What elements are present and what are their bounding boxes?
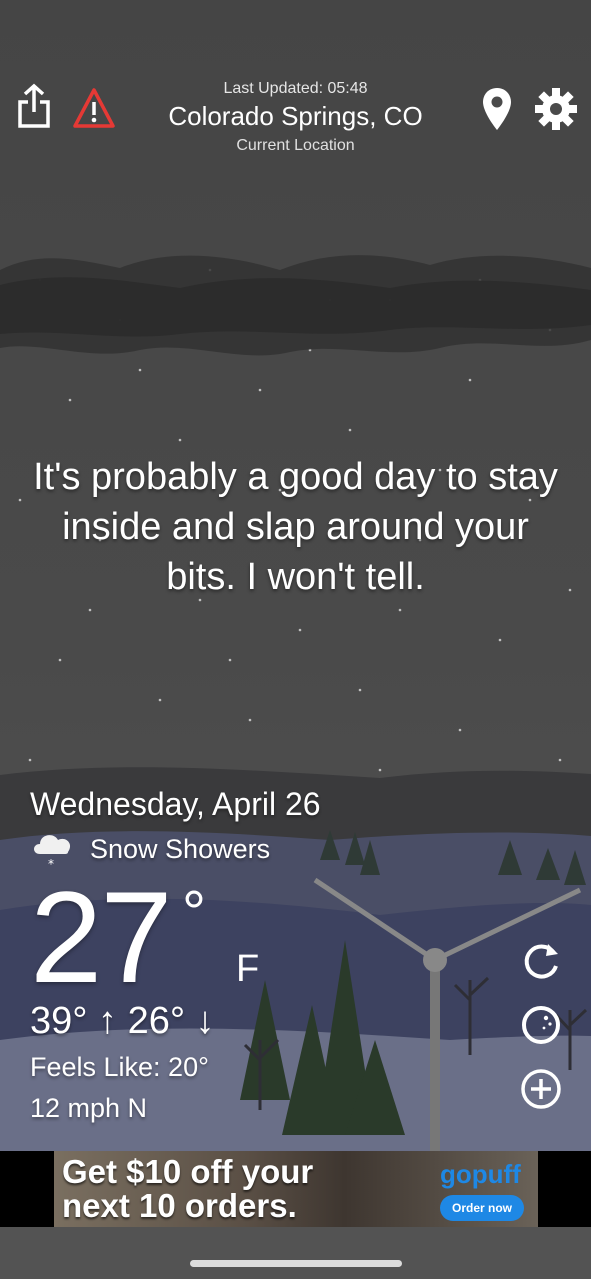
ad-headline: Get $10 off your next 10 orders. xyxy=(62,1155,362,1223)
locations-button[interactable] xyxy=(480,86,514,132)
degree-symbol: ° xyxy=(182,879,206,946)
refresh-icon xyxy=(524,944,558,979)
feels-like-text: Feels Like: 20° xyxy=(30,1052,209,1082)
temperature-unit[interactable]: F xyxy=(236,948,259,991)
share-icon xyxy=(18,83,50,128)
weather-quote[interactable]: It's probably a good day to stay inside … xyxy=(30,452,561,602)
cloud-band xyxy=(0,255,591,356)
ad-creative[interactable]: Get $10 off your next 10 orders. gopuff … xyxy=(54,1151,538,1227)
high-low-temps: 39° ↑ 26° ↓ xyxy=(30,1000,215,1042)
radar-button[interactable] xyxy=(518,1002,564,1048)
plus-circle-icon xyxy=(521,1069,561,1109)
location-name[interactable]: Colorado Springs, CO xyxy=(100,101,491,132)
ad-order-button[interactable]: Order now xyxy=(440,1195,524,1221)
gear-icon xyxy=(535,88,577,130)
home-indicator[interactable] xyxy=(190,1260,402,1267)
refresh-button[interactable] xyxy=(518,938,564,984)
bottom-bar xyxy=(0,1227,591,1279)
forecast-date: Wednesday, April 26 xyxy=(30,786,321,822)
current-temperature: 27 xyxy=(30,864,173,1010)
location-pin-icon xyxy=(483,88,511,130)
ad-headline-line1: Get $10 off your xyxy=(62,1153,314,1190)
ad-banner[interactable]: Get $10 off your next 10 orders. gopuff … xyxy=(0,1151,591,1227)
radar-icon xyxy=(522,1006,560,1044)
ad-brand: gopuff xyxy=(440,1159,521,1189)
condition-text: Snow Showers xyxy=(90,834,271,864)
settings-button[interactable] xyxy=(533,86,579,132)
ad-headline-line2: next 10 orders. xyxy=(62,1187,297,1224)
last-updated-text: Last Updated: 05:48 xyxy=(223,80,368,97)
add-location-button[interactable] xyxy=(518,1066,564,1112)
wind-text: 12 mph N xyxy=(30,1093,148,1123)
share-button[interactable] xyxy=(14,82,54,130)
location-subtitle: Current Location xyxy=(236,137,355,154)
